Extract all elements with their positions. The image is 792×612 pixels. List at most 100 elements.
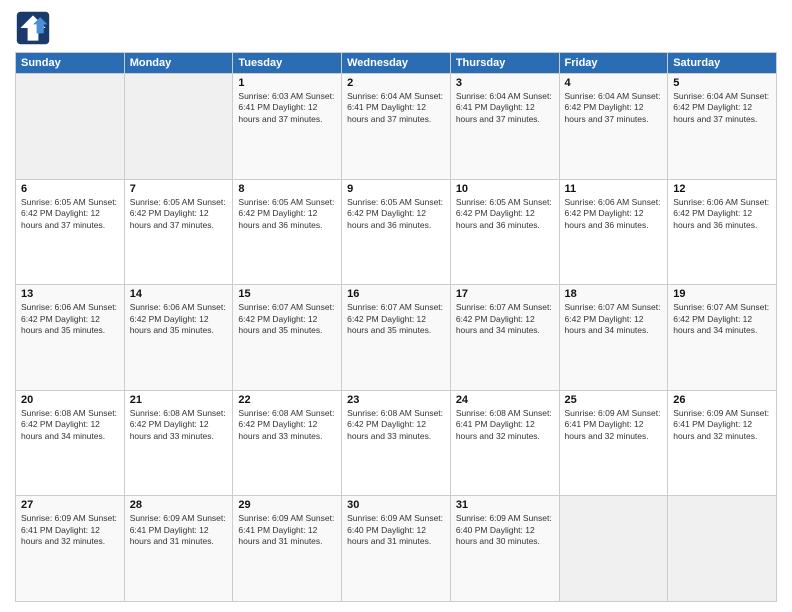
calendar-table: SundayMondayTuesdayWednesdayThursdayFrid… xyxy=(15,52,777,602)
cell-2-5: 18 Sunrise: 6:07 AM Sunset: 6:42 PM Dayli… xyxy=(559,285,668,391)
header-row: SundayMondayTuesdayWednesdayThursdayFrid… xyxy=(16,53,777,74)
cell-3-4: 24 Sunrise: 6:08 AM Sunset: 6:41 PM Dayli… xyxy=(450,390,559,496)
day-number: 14 xyxy=(130,288,228,300)
logo xyxy=(15,10,55,46)
cell-1-1: 7 Sunrise: 6:05 AM Sunset: 6:42 PM Daylig… xyxy=(124,179,233,285)
cell-3-0: 20 Sunrise: 6:08 AM Sunset: 6:42 PM Dayli… xyxy=(16,390,125,496)
day-number: 18 xyxy=(565,288,663,300)
col-header-monday: Monday xyxy=(124,53,233,74)
col-header-sunday: Sunday xyxy=(16,53,125,74)
cell-1-0: 6Sunrise: 6:05 AM Sunset: 6:42 PM Daylig… xyxy=(16,179,125,285)
page: SundayMondayTuesdayWednesdayThursdayFrid… xyxy=(0,0,792,612)
cell-4-3: 30 Sunrise: 6:09 AM Sunset: 6:40 PM Dayli… xyxy=(342,496,451,602)
cell-4-1: 28 Sunrise: 6:09 AM Sunset: 6:41 PM Dayli… xyxy=(124,496,233,602)
cell-1-2: 8Sunrise: 6:05 AM Sunset: 6:42 PM Daylig… xyxy=(233,179,342,285)
cell-info: Sunrise: 6:07 AM Sunset: 6:42 PM Dayligh… xyxy=(673,302,771,336)
day-number: 21 xyxy=(130,394,228,406)
cell-info: Sunrise: 6:08 AM Sunset: 6:42 PM Dayligh… xyxy=(347,408,445,442)
cell-info: Sunrise: 6:06 AM Sunset: 6:42 PM Dayligh… xyxy=(565,197,663,231)
week-row-1: 6Sunrise: 6:05 AM Sunset: 6:42 PM Daylig… xyxy=(16,179,777,285)
cell-info: Sunrise: 6:09 AM Sunset: 6:41 PM Dayligh… xyxy=(238,513,336,547)
day-number: 9 xyxy=(347,183,445,195)
cell-info: Sunrise: 6:06 AM Sunset: 6:42 PM Dayligh… xyxy=(130,302,228,336)
cell-3-6: 26Sunrise: 6:09 AM Sunset: 6:41 PM Dayli… xyxy=(668,390,777,496)
col-header-tuesday: Tuesday xyxy=(233,53,342,74)
day-number: 23 xyxy=(347,394,445,406)
cell-info: Sunrise: 6:05 AM Sunset: 6:42 PM Dayligh… xyxy=(130,197,228,231)
cell-info: Sunrise: 6:07 AM Sunset: 6:42 PM Dayligh… xyxy=(238,302,336,336)
cell-info: Sunrise: 6:04 AM Sunset: 6:42 PM Dayligh… xyxy=(673,91,771,125)
day-number: 29 xyxy=(238,499,336,511)
day-number: 25 xyxy=(565,394,663,406)
day-number: 17 xyxy=(456,288,554,300)
day-number: 12 xyxy=(673,183,771,195)
cell-3-5: 25 Sunrise: 6:09 AM Sunset: 6:41 PM Dayli… xyxy=(559,390,668,496)
col-header-friday: Friday xyxy=(559,53,668,74)
day-number: 27 xyxy=(21,499,119,511)
cell-info: Sunrise: 6:03 AM Sunset: 6:41 PM Dayligh… xyxy=(238,91,336,125)
col-header-thursday: Thursday xyxy=(450,53,559,74)
cell-info: Sunrise: 6:09 AM Sunset: 6:41 PM Dayligh… xyxy=(130,513,228,547)
cell-1-6: 12Sunrise: 6:06 AM Sunset: 6:42 PM Dayli… xyxy=(668,179,777,285)
cell-info: Sunrise: 6:09 AM Sunset: 6:41 PM Dayligh… xyxy=(565,408,663,442)
cell-3-2: 22 Sunrise: 6:08 AM Sunset: 6:42 PM Dayli… xyxy=(233,390,342,496)
cell-0-6: 5 Sunrise: 6:04 AM Sunset: 6:42 PM Daylig… xyxy=(668,74,777,180)
cell-2-0: 13 Sunrise: 6:06 AM Sunset: 6:42 PM Dayli… xyxy=(16,285,125,391)
day-number: 7 xyxy=(130,183,228,195)
day-number: 28 xyxy=(130,499,228,511)
cell-info: Sunrise: 6:04 AM Sunset: 6:41 PM Dayligh… xyxy=(456,91,554,125)
cell-0-2: 1 Sunrise: 6:03 AM Sunset: 6:41 PM Daylig… xyxy=(233,74,342,180)
day-number: 4 xyxy=(565,77,663,89)
cell-0-4: 3 Sunrise: 6:04 AM Sunset: 6:41 PM Daylig… xyxy=(450,74,559,180)
cell-4-4: 31Sunrise: 6:09 AM Sunset: 6:40 PM Dayli… xyxy=(450,496,559,602)
cell-3-1: 21Sunrise: 6:08 AM Sunset: 6:42 PM Dayli… xyxy=(124,390,233,496)
day-number: 11 xyxy=(565,183,663,195)
cell-info: Sunrise: 6:08 AM Sunset: 6:42 PM Dayligh… xyxy=(21,408,119,442)
cell-0-0 xyxy=(16,74,125,180)
day-number: 3 xyxy=(456,77,554,89)
day-number: 13 xyxy=(21,288,119,300)
cell-info: Sunrise: 6:09 AM Sunset: 6:41 PM Dayligh… xyxy=(21,513,119,547)
day-number: 16 xyxy=(347,288,445,300)
cell-2-2: 15 Sunrise: 6:07 AM Sunset: 6:42 PM Dayli… xyxy=(233,285,342,391)
cell-1-4: 10 Sunrise: 6:05 AM Sunset: 6:42 PM Dayli… xyxy=(450,179,559,285)
cell-info: Sunrise: 6:05 AM Sunset: 6:42 PM Dayligh… xyxy=(21,197,119,231)
cell-info: Sunrise: 6:08 AM Sunset: 6:42 PM Dayligh… xyxy=(238,408,336,442)
cell-info: Sunrise: 6:09 AM Sunset: 6:40 PM Dayligh… xyxy=(347,513,445,547)
cell-1-5: 11 Sunrise: 6:06 AM Sunset: 6:42 PM Dayli… xyxy=(559,179,668,285)
cell-info: Sunrise: 6:05 AM Sunset: 6:42 PM Dayligh… xyxy=(456,197,554,231)
day-number: 15 xyxy=(238,288,336,300)
cell-info: Sunrise: 6:07 AM Sunset: 6:42 PM Dayligh… xyxy=(565,302,663,336)
day-number: 20 xyxy=(21,394,119,406)
day-number: 24 xyxy=(456,394,554,406)
day-number: 26 xyxy=(673,394,771,406)
cell-4-5 xyxy=(559,496,668,602)
cell-info: Sunrise: 6:07 AM Sunset: 6:42 PM Dayligh… xyxy=(347,302,445,336)
cell-3-3: 23 Sunrise: 6:08 AM Sunset: 6:42 PM Dayli… xyxy=(342,390,451,496)
day-number: 5 xyxy=(673,77,771,89)
day-number: 2 xyxy=(347,77,445,89)
cell-4-0: 27 Sunrise: 6:09 AM Sunset: 6:41 PM Dayli… xyxy=(16,496,125,602)
cell-info: Sunrise: 6:07 AM Sunset: 6:42 PM Dayligh… xyxy=(456,302,554,336)
day-number: 10 xyxy=(456,183,554,195)
week-row-3: 20 Sunrise: 6:08 AM Sunset: 6:42 PM Dayli… xyxy=(16,390,777,496)
cell-info: Sunrise: 6:05 AM Sunset: 6:42 PM Dayligh… xyxy=(238,197,336,231)
cell-0-3: 2Sunrise: 6:04 AM Sunset: 6:41 PM Daylig… xyxy=(342,74,451,180)
cell-2-6: 19 Sunrise: 6:07 AM Sunset: 6:42 PM Dayli… xyxy=(668,285,777,391)
day-number: 22 xyxy=(238,394,336,406)
cell-2-1: 14 Sunrise: 6:06 AM Sunset: 6:42 PM Dayli… xyxy=(124,285,233,391)
day-number: 1 xyxy=(238,77,336,89)
cell-1-3: 9Sunrise: 6:05 AM Sunset: 6:42 PM Daylig… xyxy=(342,179,451,285)
col-header-wednesday: Wednesday xyxy=(342,53,451,74)
cell-info: Sunrise: 6:06 AM Sunset: 6:42 PM Dayligh… xyxy=(21,302,119,336)
cell-2-4: 17 Sunrise: 6:07 AM Sunset: 6:42 PM Dayli… xyxy=(450,285,559,391)
cell-info: Sunrise: 6:08 AM Sunset: 6:41 PM Dayligh… xyxy=(456,408,554,442)
week-row-0: 1 Sunrise: 6:03 AM Sunset: 6:41 PM Daylig… xyxy=(16,74,777,180)
cell-4-6 xyxy=(668,496,777,602)
cell-0-5: 4Sunrise: 6:04 AM Sunset: 6:42 PM Daylig… xyxy=(559,74,668,180)
logo-icon xyxy=(15,10,51,46)
cell-2-3: 16 Sunrise: 6:07 AM Sunset: 6:42 PM Dayli… xyxy=(342,285,451,391)
week-row-2: 13 Sunrise: 6:06 AM Sunset: 6:42 PM Dayli… xyxy=(16,285,777,391)
day-number: 19 xyxy=(673,288,771,300)
day-number: 30 xyxy=(347,499,445,511)
